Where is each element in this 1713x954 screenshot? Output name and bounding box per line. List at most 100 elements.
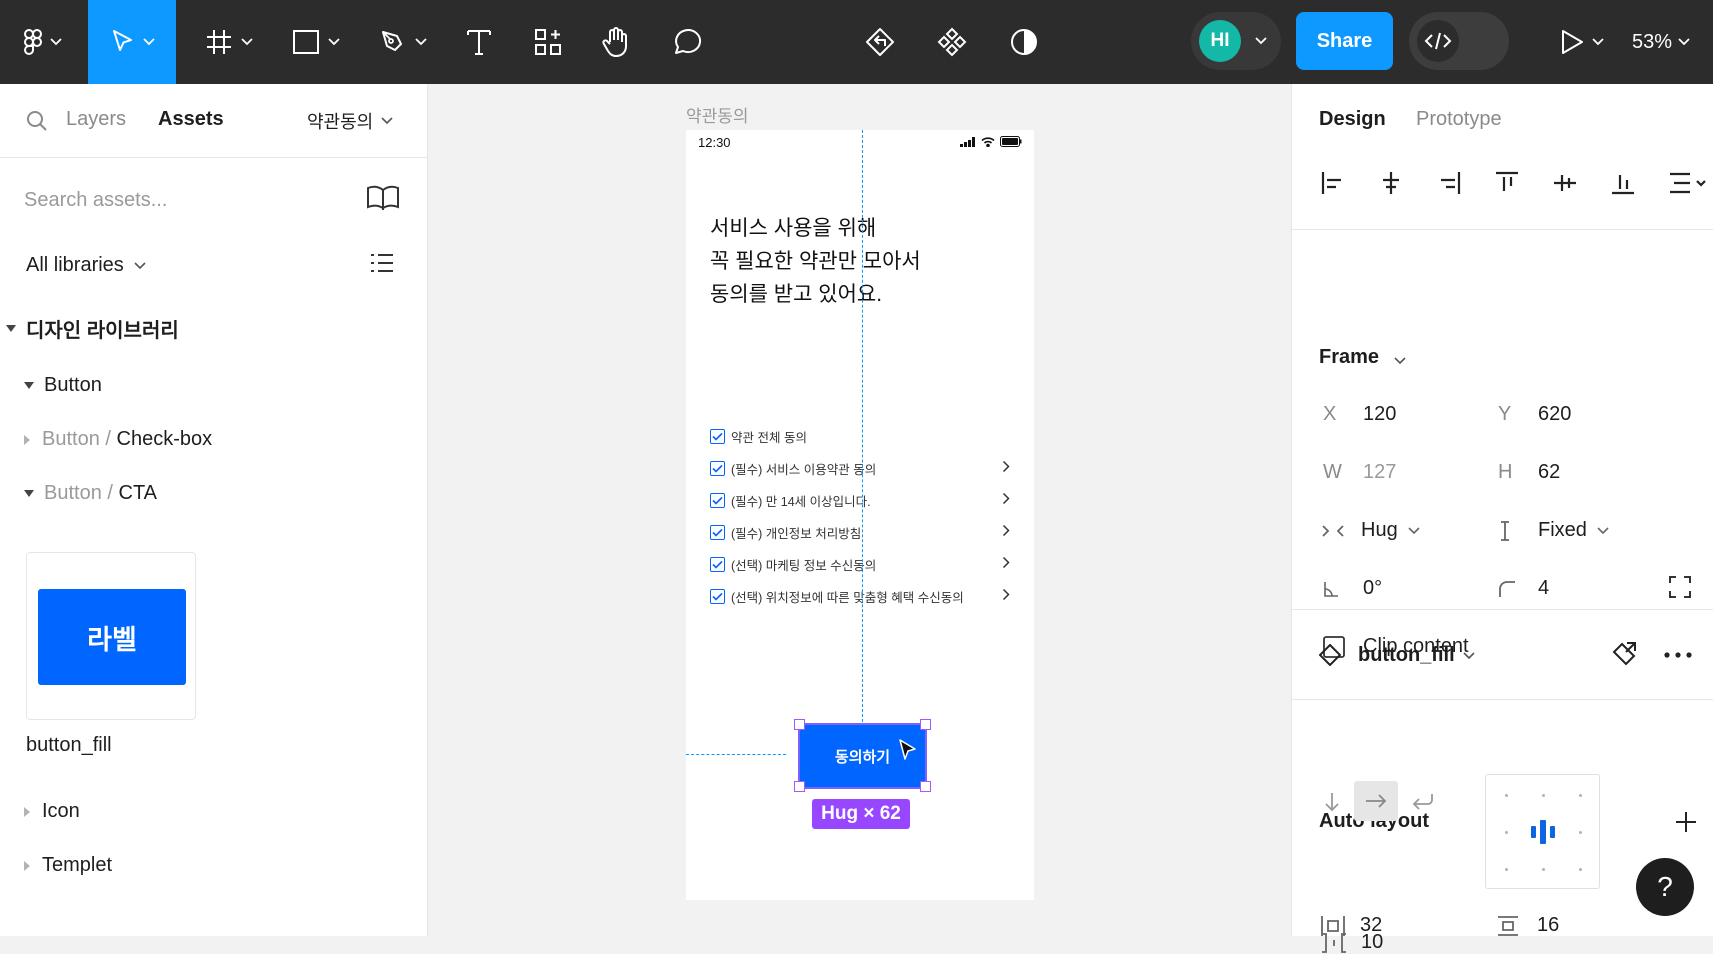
main-menu-button[interactable] — [12, 0, 72, 84]
library-filter[interactable]: All libraries — [26, 254, 146, 277]
agreement-item[interactable]: (필수) 개인정보 처리방침 — [710, 521, 1010, 543]
chevron-right-icon[interactable] — [1002, 524, 1010, 537]
go-to-main-component-button[interactable] — [1610, 640, 1638, 668]
zoom-menu[interactable]: 53% — [1632, 0, 1690, 84]
agreement-item[interactable]: (선택) 위치정보에 따른 맞춤형 혜택 수신동의 — [710, 585, 1010, 607]
grid-dot[interactable] — [1542, 794, 1545, 797]
alignment-grid[interactable] — [1485, 774, 1600, 889]
grid-dot[interactable] — [1505, 868, 1508, 871]
tree-item-icon[interactable]: Icon — [24, 800, 80, 823]
multiplayer-avatars[interactable]: HI — [1191, 12, 1281, 70]
grid-dot[interactable] — [1579, 868, 1582, 871]
chevron-right-icon[interactable] — [1002, 460, 1010, 473]
frame-section-title[interactable]: Frame — [1319, 346, 1379, 369]
grid-dot[interactable] — [1505, 831, 1508, 834]
tree-item-check-box[interactable]: Button / Check-box — [24, 428, 212, 451]
help-button[interactable]: ? — [1636, 858, 1694, 916]
rotation-field[interactable]: 0° — [1323, 577, 1382, 600]
checkbox-checked-icon[interactable] — [710, 556, 725, 572]
align-right-button[interactable] — [1434, 168, 1464, 198]
agreement-item[interactable]: (필수) 만 14세 이상입니다. — [710, 489, 1010, 511]
fixed-height-icon — [1498, 520, 1538, 542]
resources-tool-button[interactable] — [524, 0, 572, 84]
hand-tool-button[interactable] — [592, 0, 640, 84]
direction-vertical-button[interactable] — [1320, 790, 1344, 814]
chevron-down-icon — [1255, 37, 1267, 45]
mouse-cursor-icon — [898, 738, 918, 762]
checkbox-checked-icon[interactable] — [710, 428, 725, 444]
checkbox-checked-icon[interactable] — [710, 524, 725, 540]
direction-wrap-button[interactable] — [1410, 790, 1434, 814]
frame-label[interactable]: 약관동의 — [686, 102, 749, 127]
height-mode-select[interactable]: Fixed — [1498, 519, 1609, 542]
dev-mode-toggle[interactable] — [1409, 12, 1509, 70]
resize-handle-bottom-right[interactable] — [920, 781, 931, 792]
x-field[interactable]: X 120 — [1323, 403, 1396, 426]
chevron-right-icon[interactable] — [1002, 588, 1010, 601]
checkbox-checked-icon[interactable] — [710, 492, 725, 508]
align-vertical-center-button[interactable] — [1550, 168, 1580, 198]
shape-tool-button[interactable] — [283, 0, 347, 84]
share-button[interactable]: Share — [1296, 12, 1393, 70]
distribute-menu-button[interactable] — [1666, 168, 1710, 198]
resize-handle-top-right[interactable] — [920, 719, 931, 730]
component-swap-button[interactable] — [856, 0, 904, 84]
chevron-right-icon[interactable] — [1002, 556, 1010, 569]
asset-card-button-fill[interactable]: 라벨 — [26, 552, 196, 720]
align-horizontal-center-button[interactable] — [1376, 168, 1406, 198]
agreement-item[interactable]: (선택) 마케팅 정보 수신동의 — [710, 553, 1010, 575]
chevron-down-icon — [415, 38, 427, 46]
tab-assets[interactable]: Assets — [158, 108, 224, 131]
corner-radius-value: 4 — [1538, 577, 1550, 599]
resize-handle-top-left[interactable] — [794, 719, 805, 730]
component-name-select[interactable]: button_fill — [1358, 644, 1475, 667]
tab-layers[interactable]: Layers — [66, 108, 126, 131]
present-button[interactable] — [1546, 0, 1616, 84]
w-field[interactable]: W 127 — [1323, 461, 1396, 484]
vertical-padding-field[interactable]: 16 — [1497, 914, 1559, 937]
checkbox-checked-icon[interactable] — [710, 588, 725, 604]
components-button[interactable] — [928, 0, 976, 84]
canvas[interactable]: 약관동의 12:30 서비스 사용을 위해 꼭 필요한 약관만 모아서 동의를 … — [428, 84, 1291, 936]
agreement-item[interactable]: 약관 전체 동의 — [710, 425, 1010, 447]
corner-radius-field[interactable]: 4 — [1498, 577, 1549, 600]
tree-item-button[interactable]: Button — [24, 374, 102, 397]
add-auto-layout-button[interactable] — [1675, 811, 1697, 833]
horizontal-padding-field[interactable]: 32 — [1320, 914, 1382, 937]
search-icon[interactable] — [26, 110, 48, 132]
align-left-button[interactable] — [1318, 168, 1348, 198]
pen-tool-button[interactable] — [370, 0, 434, 84]
grid-dot[interactable] — [1542, 868, 1545, 871]
search-assets-input[interactable] — [24, 180, 364, 220]
library-book-icon[interactable] — [366, 184, 400, 210]
h-field[interactable]: H 62 — [1498, 461, 1560, 484]
page-selector[interactable]: 약관동의 — [307, 108, 393, 134]
align-bottom-button[interactable] — [1608, 168, 1638, 198]
tab-design[interactable]: Design — [1319, 108, 1386, 131]
list-view-icon[interactable] — [370, 252, 394, 274]
move-tool-button[interactable] — [88, 0, 176, 84]
grid-dot[interactable] — [1579, 831, 1582, 834]
checkbox-checked-icon[interactable] — [710, 460, 725, 476]
more-options-button[interactable] — [1664, 652, 1692, 658]
chevron-right-icon[interactable] — [1002, 492, 1010, 505]
theme-toggle-button[interactable] — [1000, 0, 1048, 84]
tab-prototype[interactable]: Prototype — [1416, 108, 1502, 131]
tree-item-templet[interactable]: Templet — [24, 854, 112, 877]
align-bottom-icon — [1610, 170, 1636, 196]
chevron-down-icon[interactable] — [1394, 357, 1406, 365]
independent-corners-button[interactable] — [1668, 575, 1692, 599]
library-section[interactable]: 디자인 라이브러리 — [6, 314, 179, 343]
resize-handle-bottom-left[interactable] — [794, 781, 805, 792]
grid-dot[interactable] — [1579, 794, 1582, 797]
align-top-button[interactable] — [1492, 168, 1522, 198]
y-field[interactable]: Y 620 — [1498, 403, 1571, 426]
agreement-item[interactable]: (필수) 서비스 이용약관 동의 — [710, 457, 1010, 479]
comment-tool-button[interactable] — [664, 0, 712, 84]
frame-tool-button[interactable] — [196, 0, 260, 84]
width-mode-select[interactable]: Hug — [1321, 519, 1420, 542]
text-tool-button[interactable] — [455, 0, 503, 84]
tree-item-cta[interactable]: Button / CTA — [24, 482, 157, 505]
direction-horizontal-button[interactable] — [1354, 781, 1398, 821]
grid-dot[interactable] — [1505, 794, 1508, 797]
